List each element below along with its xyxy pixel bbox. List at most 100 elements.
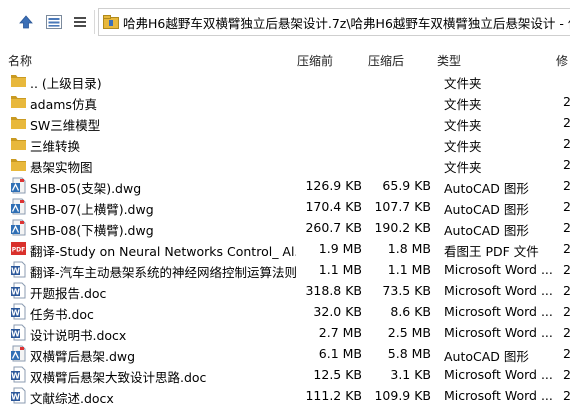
- file-size: 5.8 MB: [387, 346, 431, 361]
- file-name: SW三维模型: [30, 118, 101, 133]
- file-row[interactable]: SW三维模型 文件夹 2: [0, 112, 570, 133]
- file-name: 悬架实物图: [30, 160, 93, 175]
- column-size[interactable]: 压缩后: [368, 52, 404, 69]
- address-bar[interactable]: 哈弗H6越野车双横臂独立后悬架设计.7z\哈弗H6越野车双横臂独立后悬架设计 -…: [98, 8, 570, 36]
- file-name: 翻译-汽车主动悬架系统的神经网络控制运算法则...: [30, 265, 296, 280]
- column-name[interactable]: 名称: [8, 52, 32, 69]
- dwg-file-icon: [10, 345, 27, 362]
- file-row[interactable]: 三维转换 文件夹 2: [0, 133, 570, 154]
- file-modified: 2: [563, 241, 570, 256]
- file-size: 65.9 KB: [382, 178, 431, 193]
- folder-icon: [10, 135, 27, 152]
- file-type: Microsoft Word ...: [444, 367, 553, 382]
- file-name: 任务书.doc: [30, 307, 94, 322]
- file-name: 翻译-Study on Neural Networks Control_ Al.…: [30, 244, 296, 259]
- svg-text:W: W: [11, 309, 20, 318]
- file-modified: 2: [563, 199, 570, 214]
- file-row[interactable]: adams仿真 文件夹 2: [0, 91, 570, 112]
- file-size: 107.7 KB: [374, 199, 431, 214]
- file-row[interactable]: W 设计说明书.docx 2.7 MB 2.5 MB Microsoft Word .…: [0, 322, 570, 343]
- file-type: 文件夹: [444, 97, 482, 112]
- file-row[interactable]: W 任务书.doc 32.0 KB 8.6 KB Microsoft Word ...…: [0, 301, 570, 322]
- file-size: 1.1 MB: [387, 262, 431, 277]
- file-row[interactable]: SHB-07(上横臂).dwg 170.4 KB 107.7 KB AutoCAD 图…: [0, 196, 570, 217]
- file-type: Microsoft Word ...: [444, 304, 553, 319]
- file-type: 文件夹: [444, 118, 482, 133]
- file-name: SHB-08(下横臂).dwg: [30, 223, 154, 238]
- file-size: 190.2 KB: [374, 220, 431, 235]
- file-name: .. (上级目录): [30, 76, 102, 91]
- file-packed-size: 12.5 KB: [313, 367, 362, 382]
- file-type: 看图王 PDF 文件: [444, 244, 539, 259]
- menu-icon[interactable]: [70, 12, 90, 32]
- file-modified: 2: [563, 304, 570, 319]
- file-size: 8.6 KB: [390, 304, 431, 319]
- file-name: 双横臂后悬架大致设计思路.doc: [30, 370, 207, 385]
- file-name: 双横臂后悬架.dwg: [30, 349, 136, 364]
- word-file-icon: W: [10, 324, 27, 341]
- word-file-icon: W: [10, 303, 27, 320]
- folder-icon: [10, 72, 27, 89]
- file-row[interactable]: W 双横臂后悬架大致设计思路.doc 12.5 KB 3.1 KB Microsoft…: [0, 364, 570, 385]
- svg-text:W: W: [11, 288, 20, 297]
- file-type: Microsoft Word ...: [444, 325, 553, 340]
- file-modified: 2: [563, 220, 570, 235]
- file-size: 2.5 MB: [387, 325, 431, 340]
- file-modified: 2: [563, 94, 570, 109]
- svg-text:W: W: [11, 372, 20, 381]
- file-row[interactable]: .. (上级目录) 文件夹: [0, 70, 570, 91]
- file-size: 3.1 KB: [390, 367, 431, 382]
- file-type: Microsoft Word ...: [444, 262, 553, 277]
- folder-icon: [10, 114, 27, 131]
- file-type: AutoCAD 图形: [444, 202, 529, 217]
- toolbar: 哈弗H6越野车双横臂独立后悬架设计.7z\哈弗H6越野车双横臂独立后悬架设计 -…: [0, 0, 570, 44]
- view-list-icon[interactable]: [44, 12, 64, 32]
- file-row[interactable]: SHB-08(下横臂).dwg 260.7 KB 190.2 KB AutoCAD 图…: [0, 217, 570, 238]
- column-header: 名称 压缩前 压缩后 类型 修: [0, 48, 570, 70]
- file-name: adams仿真: [30, 97, 97, 112]
- file-name: SHB-07(上横臂).dwg: [30, 202, 154, 217]
- up-arrow-icon[interactable]: [16, 12, 36, 32]
- file-type: 文件夹: [444, 160, 482, 175]
- file-modified: 2: [563, 388, 570, 403]
- dwg-file-icon: [10, 219, 27, 236]
- file-row[interactable]: W 开题报告.doc 318.8 KB 73.5 KB Microsoft Word …: [0, 280, 570, 301]
- svg-text:W: W: [11, 267, 20, 276]
- column-packed[interactable]: 压缩前: [297, 52, 333, 69]
- file-modified: 2: [563, 325, 570, 340]
- file-type: 文件夹: [444, 76, 482, 91]
- file-row[interactable]: PDF 翻译-Study on Neural Networks Control_…: [0, 238, 570, 259]
- pdf-file-icon: PDF: [10, 240, 27, 257]
- file-modified: 2: [563, 157, 570, 172]
- file-row[interactable]: 双横臂后悬架.dwg 6.1 MB 5.8 MB AutoCAD 图形 2: [0, 343, 570, 364]
- toolbar-divider: [94, 10, 95, 34]
- file-row[interactable]: SHB-05(支架).dwg 126.9 KB 65.9 KB AutoCAD 图形 2: [0, 175, 570, 196]
- folder-icon: [10, 93, 27, 110]
- archive-icon: [103, 15, 119, 29]
- file-packed-size: 6.1 MB: [318, 346, 362, 361]
- file-name: 文献综述.docx: [30, 391, 114, 406]
- file-name: SHB-05(支架).dwg: [30, 181, 142, 196]
- file-type: AutoCAD 图形: [444, 223, 529, 238]
- file-packed-size: 260.7 KB: [305, 220, 362, 235]
- svg-text:W: W: [11, 393, 20, 402]
- file-type: AutoCAD 图形: [444, 349, 529, 364]
- file-size: 73.5 KB: [382, 283, 431, 298]
- file-packed-size: 32.0 KB: [313, 304, 362, 319]
- dwg-file-icon: [10, 198, 27, 215]
- file-row[interactable]: W 翻译-汽车主动悬架系统的神经网络控制运算法则... 1.1 MB 1.1 MB M…: [0, 259, 570, 280]
- file-modified: 2: [563, 367, 570, 382]
- file-type: Microsoft Word ...: [444, 283, 553, 298]
- word-file-icon: W: [10, 261, 27, 278]
- file-modified: 2: [563, 346, 570, 361]
- file-row[interactable]: W 文献综述.docx 111.2 KB 109.9 KB Microsoft Wor…: [0, 385, 570, 406]
- file-modified: 2: [563, 262, 570, 277]
- folder-icon: [10, 156, 27, 173]
- column-type[interactable]: 类型: [437, 52, 461, 69]
- file-type: Microsoft Word ...: [444, 388, 553, 403]
- word-file-icon: W: [10, 387, 27, 404]
- address-path: 哈弗H6越野车双横臂独立后悬架设计.7z\哈弗H6越野车双横臂独立后悬架设计 -…: [123, 15, 570, 31]
- column-modified[interactable]: 修: [556, 52, 568, 69]
- file-packed-size: 1.1 MB: [318, 262, 362, 277]
- file-row[interactable]: 悬架实物图 文件夹 2: [0, 154, 570, 175]
